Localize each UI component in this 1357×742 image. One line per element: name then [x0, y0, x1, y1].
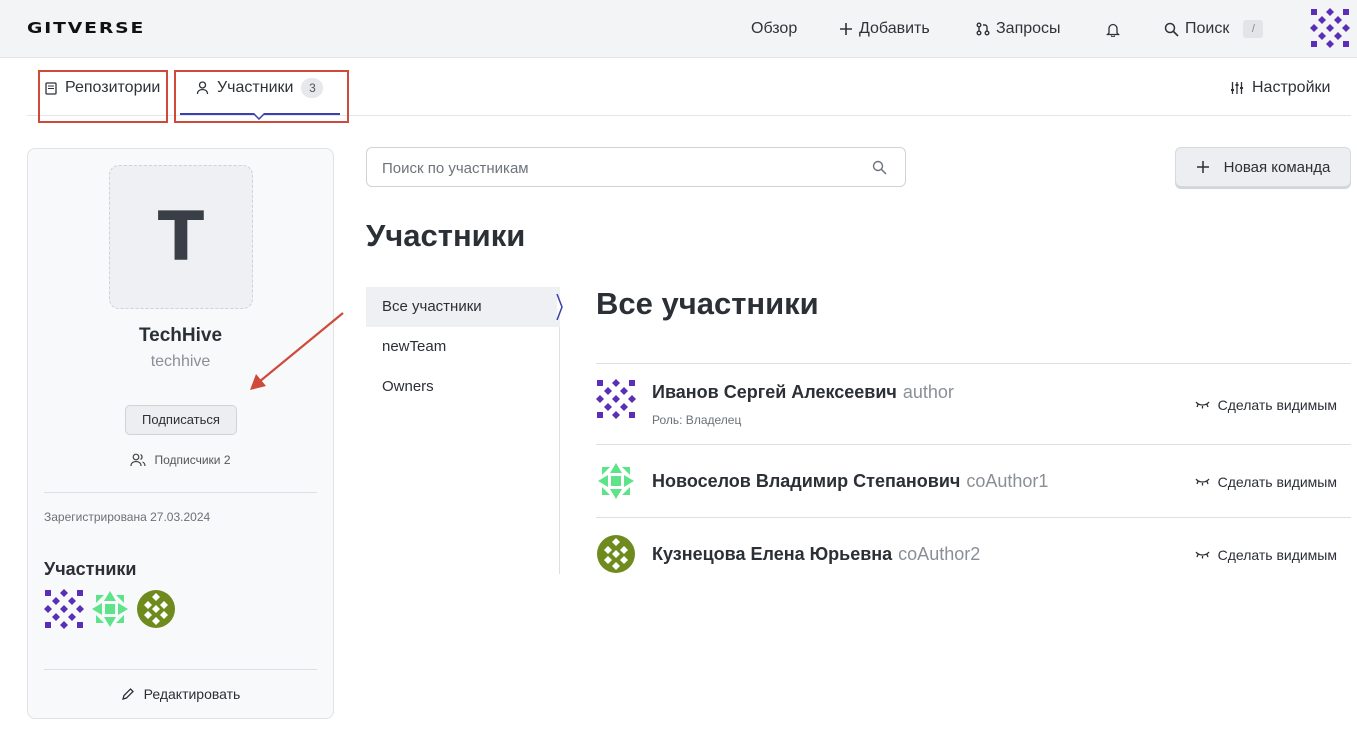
plus-icon [840, 23, 852, 35]
make-visible-button[interactable]: Сделать видимым [1195, 547, 1337, 563]
user-avatar[interactable] [1310, 8, 1350, 48]
sliders-icon [1231, 82, 1243, 94]
make-visible-button[interactable]: Сделать видимым [1195, 474, 1337, 490]
edit-label: Редактировать [143, 686, 241, 702]
member-fullname: Новоселов Владимир Степанович [652, 471, 961, 491]
member-login: coAuthor1 [966, 471, 1049, 491]
member-avatar[interactable] [596, 379, 636, 419]
member-name[interactable]: Кузнецова Елена Юрьевна coAuthor2 [652, 544, 980, 565]
people-icon [130, 453, 147, 467]
pull-request-icon [976, 22, 990, 36]
eye-closed-icon [1195, 478, 1210, 486]
nav-requests[interactable]: Запросы [976, 0, 1061, 58]
make-visible-button[interactable]: Сделать видимым [1195, 397, 1337, 413]
make-visible-label: Сделать видимым [1217, 397, 1337, 413]
annotation-box-members [174, 70, 349, 123]
member-fullname: Иванов Сергей Алексеевич [652, 382, 897, 402]
member-name[interactable]: Иванов Сергей Алексеевич author [652, 382, 954, 403]
member-avatar[interactable] [596, 534, 636, 574]
org-name: TechHive [138, 325, 223, 346]
card-divider [44, 669, 317, 670]
eye-closed-icon [1195, 401, 1210, 409]
member-name[interactable]: Новоселов Владимир Степанович coAuthor1 [652, 471, 1048, 492]
search-shortcut-badge: / [1243, 20, 1264, 38]
new-team-button[interactable]: Новая команда [1175, 147, 1351, 187]
card-divider [44, 492, 317, 493]
registered-date: Зарегистрирована 27.03.2024 [44, 510, 211, 524]
member-role: Роль: Владелец [652, 413, 742, 427]
row-divider [596, 363, 1351, 364]
nav-search[interactable]: Поиск / [1164, 0, 1264, 58]
plus-icon [1196, 161, 1209, 173]
follow-button[interactable]: Подписаться [125, 405, 237, 435]
nav-add-label: Добавить [859, 20, 930, 37]
members-search[interactable]: Поиск по участникам [366, 147, 906, 187]
member-avatar[interactable] [596, 461, 636, 501]
make-visible-label: Сделать видимым [1217, 474, 1337, 490]
bell-icon [1106, 23, 1120, 37]
member-avatar[interactable] [136, 589, 176, 629]
search-icon [1164, 22, 1179, 37]
member-row: Иванов Сергей Алексеевич author Роль: Вла… [596, 379, 1351, 439]
pencil-icon [121, 687, 134, 700]
page-title: Участники [366, 218, 526, 253]
menu-item-owners[interactable]: Owners [366, 367, 560, 407]
edit-profile-button[interactable]: Редактировать [28, 686, 333, 702]
active-menu-indicator [556, 294, 563, 320]
search-icon [872, 160, 887, 175]
gitverse-logo[interactable]: GITVERSE [27, 19, 145, 37]
nav-requests-label: Запросы [996, 20, 1061, 37]
member-login: author [902, 382, 954, 402]
member-fullname: Кузнецова Елена Юрьевна [652, 544, 893, 564]
member-avatar[interactable] [44, 589, 84, 629]
new-team-label: Новая команда [1223, 158, 1331, 176]
search-input[interactable]: Поиск по участникам [382, 160, 529, 177]
followers-label: Подписчики 2 [154, 453, 231, 467]
eye-closed-icon [1195, 551, 1210, 559]
nav-overview-label: Обзор [751, 20, 798, 37]
nav-search-label: Поиск [1185, 20, 1230, 37]
make-visible-label: Сделать видимым [1217, 547, 1337, 563]
org-slug: techhive [150, 353, 211, 370]
section-title: Все участники [596, 286, 819, 321]
top-bar: GITVERSE Обзор Добавить Запросы Поиск / [0, 0, 1357, 58]
org-profile-card: T TechHive techhive Подписаться Подписчи… [27, 148, 334, 719]
row-divider [596, 517, 1351, 518]
card-member-avatars [44, 589, 176, 629]
nav-overview[interactable]: Обзор [751, 0, 797, 58]
annotation-box-repositories [38, 70, 168, 123]
member-avatar[interactable] [90, 589, 130, 629]
nav-add[interactable]: Добавить [839, 0, 930, 58]
member-row: Кузнецова Елена Юрьевна coAuthor2 Сделать… [596, 534, 1351, 579]
member-row: Новоселов Владимир Степанович coAuthor1 С… [596, 461, 1351, 506]
followers-link[interactable]: Подписчики 2 [28, 453, 333, 467]
settings-label: Настройки [1252, 79, 1331, 96]
menu-item-all-members[interactable]: Все участники [366, 287, 560, 327]
member-login: coAuthor2 [898, 544, 981, 564]
org-avatar: T [109, 165, 253, 309]
row-divider [596, 444, 1351, 445]
settings-link[interactable]: Настройки [1230, 60, 1330, 116]
teams-menu: Все участники newTeam Owners [366, 287, 560, 574]
notifications-button[interactable] [1106, 0, 1120, 58]
menu-item-newteam[interactable]: newTeam [366, 327, 560, 367]
card-members-title: Участники [44, 559, 137, 579]
